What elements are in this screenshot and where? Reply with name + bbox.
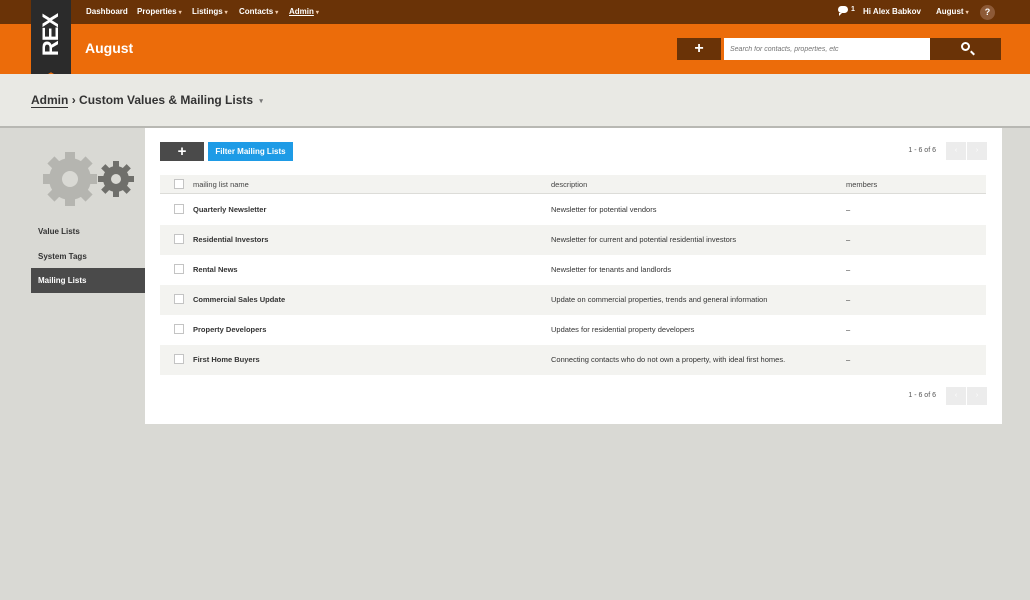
sidebar-item-system-tags[interactable]: System Tags [31,244,145,269]
pagination-next-button-bottom[interactable]: › [967,387,987,405]
mailing-list-members: – [846,355,851,364]
nav-contacts[interactable]: Contacts ▾ [239,0,278,24]
mailing-list-name[interactable]: Rental News [193,255,238,285]
nav-listings-label: Listings [192,7,223,16]
mailing-list-members: – [846,325,851,334]
filter-mailing-lists-button[interactable]: Filter Mailing Lists [208,142,293,161]
mailing-list-description: Update on commercial properties, trends … [551,295,768,304]
chevron-down-icon[interactable]: ▾ [259,98,263,105]
help-icon: ? [984,7,991,17]
mailing-list-name[interactable]: Quarterly Newsletter [193,195,266,225]
table-row[interactable]: Quarterly Newsletter Newsletter for pote… [160,195,986,225]
user-greeting[interactable]: Hi Alex Babkov [863,0,921,24]
nav-dashboard[interactable]: Dashboard [86,0,128,24]
help-button[interactable]: ? [980,5,995,20]
nav-contacts-label: Contacts [239,7,274,16]
select-all-checkbox[interactable] [174,179,184,189]
search-input[interactable] [724,38,930,60]
mailing-list-name[interactable]: Residential Investors [193,225,268,255]
breadcrumb: Admin › Custom Values & Mailing Lists ▾ [31,93,263,108]
pagination-prev-button[interactable]: ‹ [946,142,966,160]
pagination-prev-button-bottom[interactable]: ‹ [946,387,966,405]
chevron-down-icon: ▾ [965,10,969,16]
pagination-next-button[interactable]: › [967,142,987,160]
quick-add-button[interactable]: + [677,38,721,60]
table-row[interactable]: Rental News Newsletter for tenants and l… [160,255,986,285]
mailing-list-members: – [846,235,851,244]
account-menu[interactable]: August ▾ [936,0,969,24]
chat-bubble-icon [838,6,848,16]
chevron-down-icon: ▾ [315,10,319,16]
add-mailing-list-button[interactable]: + [160,142,204,161]
mailing-list-members: – [846,205,851,214]
row-checkbox[interactable] [174,234,184,244]
nav-properties[interactable]: Properties ▾ [137,0,182,24]
mailing-list-description: Newsletter for potential vendors [551,205,657,214]
column-header-description[interactable]: description [551,175,587,194]
row-checkbox[interactable] [174,294,184,304]
breadcrumb-current[interactable]: Custom Values & Mailing Lists [79,93,253,107]
account-menu-label: August [936,7,964,16]
table-row[interactable]: First Home Buyers Connecting contacts wh… [160,345,986,375]
pagination-summary: 1 - 6 of 6 [908,147,936,154]
sidebar-item-value-lists[interactable]: Value Lists [31,219,145,244]
column-header-name[interactable]: mailing list name [193,175,249,194]
sidebar-item-mailing-lists[interactable]: Mailing Lists [31,268,145,293]
mailing-list-description: Newsletter for current and potential res… [551,235,737,244]
breadcrumb-separator: › [71,93,76,107]
search-button[interactable] [930,38,1001,60]
row-checkbox[interactable] [174,264,184,274]
logo-text: REX [38,13,63,57]
table-row[interactable]: Property Developers Updates for resident… [160,315,986,345]
mailing-list-name[interactable]: Property Developers [193,315,266,345]
chevron-down-icon: ▾ [178,10,182,16]
mailing-list-members: – [846,265,851,274]
row-checkbox[interactable] [174,204,184,214]
nav-dashboard-label: Dashboard [86,7,128,16]
user-greeting-label: Hi Alex Babkov [863,7,921,16]
chevron-down-icon: ▾ [224,10,228,16]
nav-listings[interactable]: Listings ▾ [192,0,228,24]
nav-properties-label: Properties [137,7,177,16]
mailing-list-name[interactable]: First Home Buyers [193,345,260,375]
mailing-list-description: Connecting contacts who do not own a pro… [551,355,786,364]
nav-admin-label: Admin [289,7,314,16]
table-row[interactable]: Commercial Sales Update Update on commer… [160,285,986,315]
pagination-summary-bottom: 1 - 6 of 6 [908,392,936,399]
chat-notifications[interactable]: 1 [838,6,855,18]
mailing-list-name[interactable]: Commercial Sales Update [193,285,285,315]
row-checkbox[interactable] [174,324,184,334]
mailing-list-members: – [846,295,851,304]
rex-logo[interactable]: REX [31,0,71,84]
column-header-members[interactable]: members [846,175,877,194]
gear-icon [43,152,134,206]
search-icon [961,42,970,51]
mailing-list-description: Updates for residential property develop… [551,325,695,334]
table-header: mailing list name description members [160,175,986,194]
breadcrumb-admin-link[interactable]: Admin [31,93,69,108]
row-checkbox[interactable] [174,354,184,364]
chevron-down-icon: ▾ [275,10,279,16]
account-title: August [85,40,134,56]
chat-count-badge: 1 [851,6,855,13]
nav-admin[interactable]: Admin ▾ [289,0,319,24]
mailing-list-description: Newsletter for tenants and landlords [551,265,672,274]
table-row[interactable]: Residential Investors Newsletter for cur… [160,225,986,255]
